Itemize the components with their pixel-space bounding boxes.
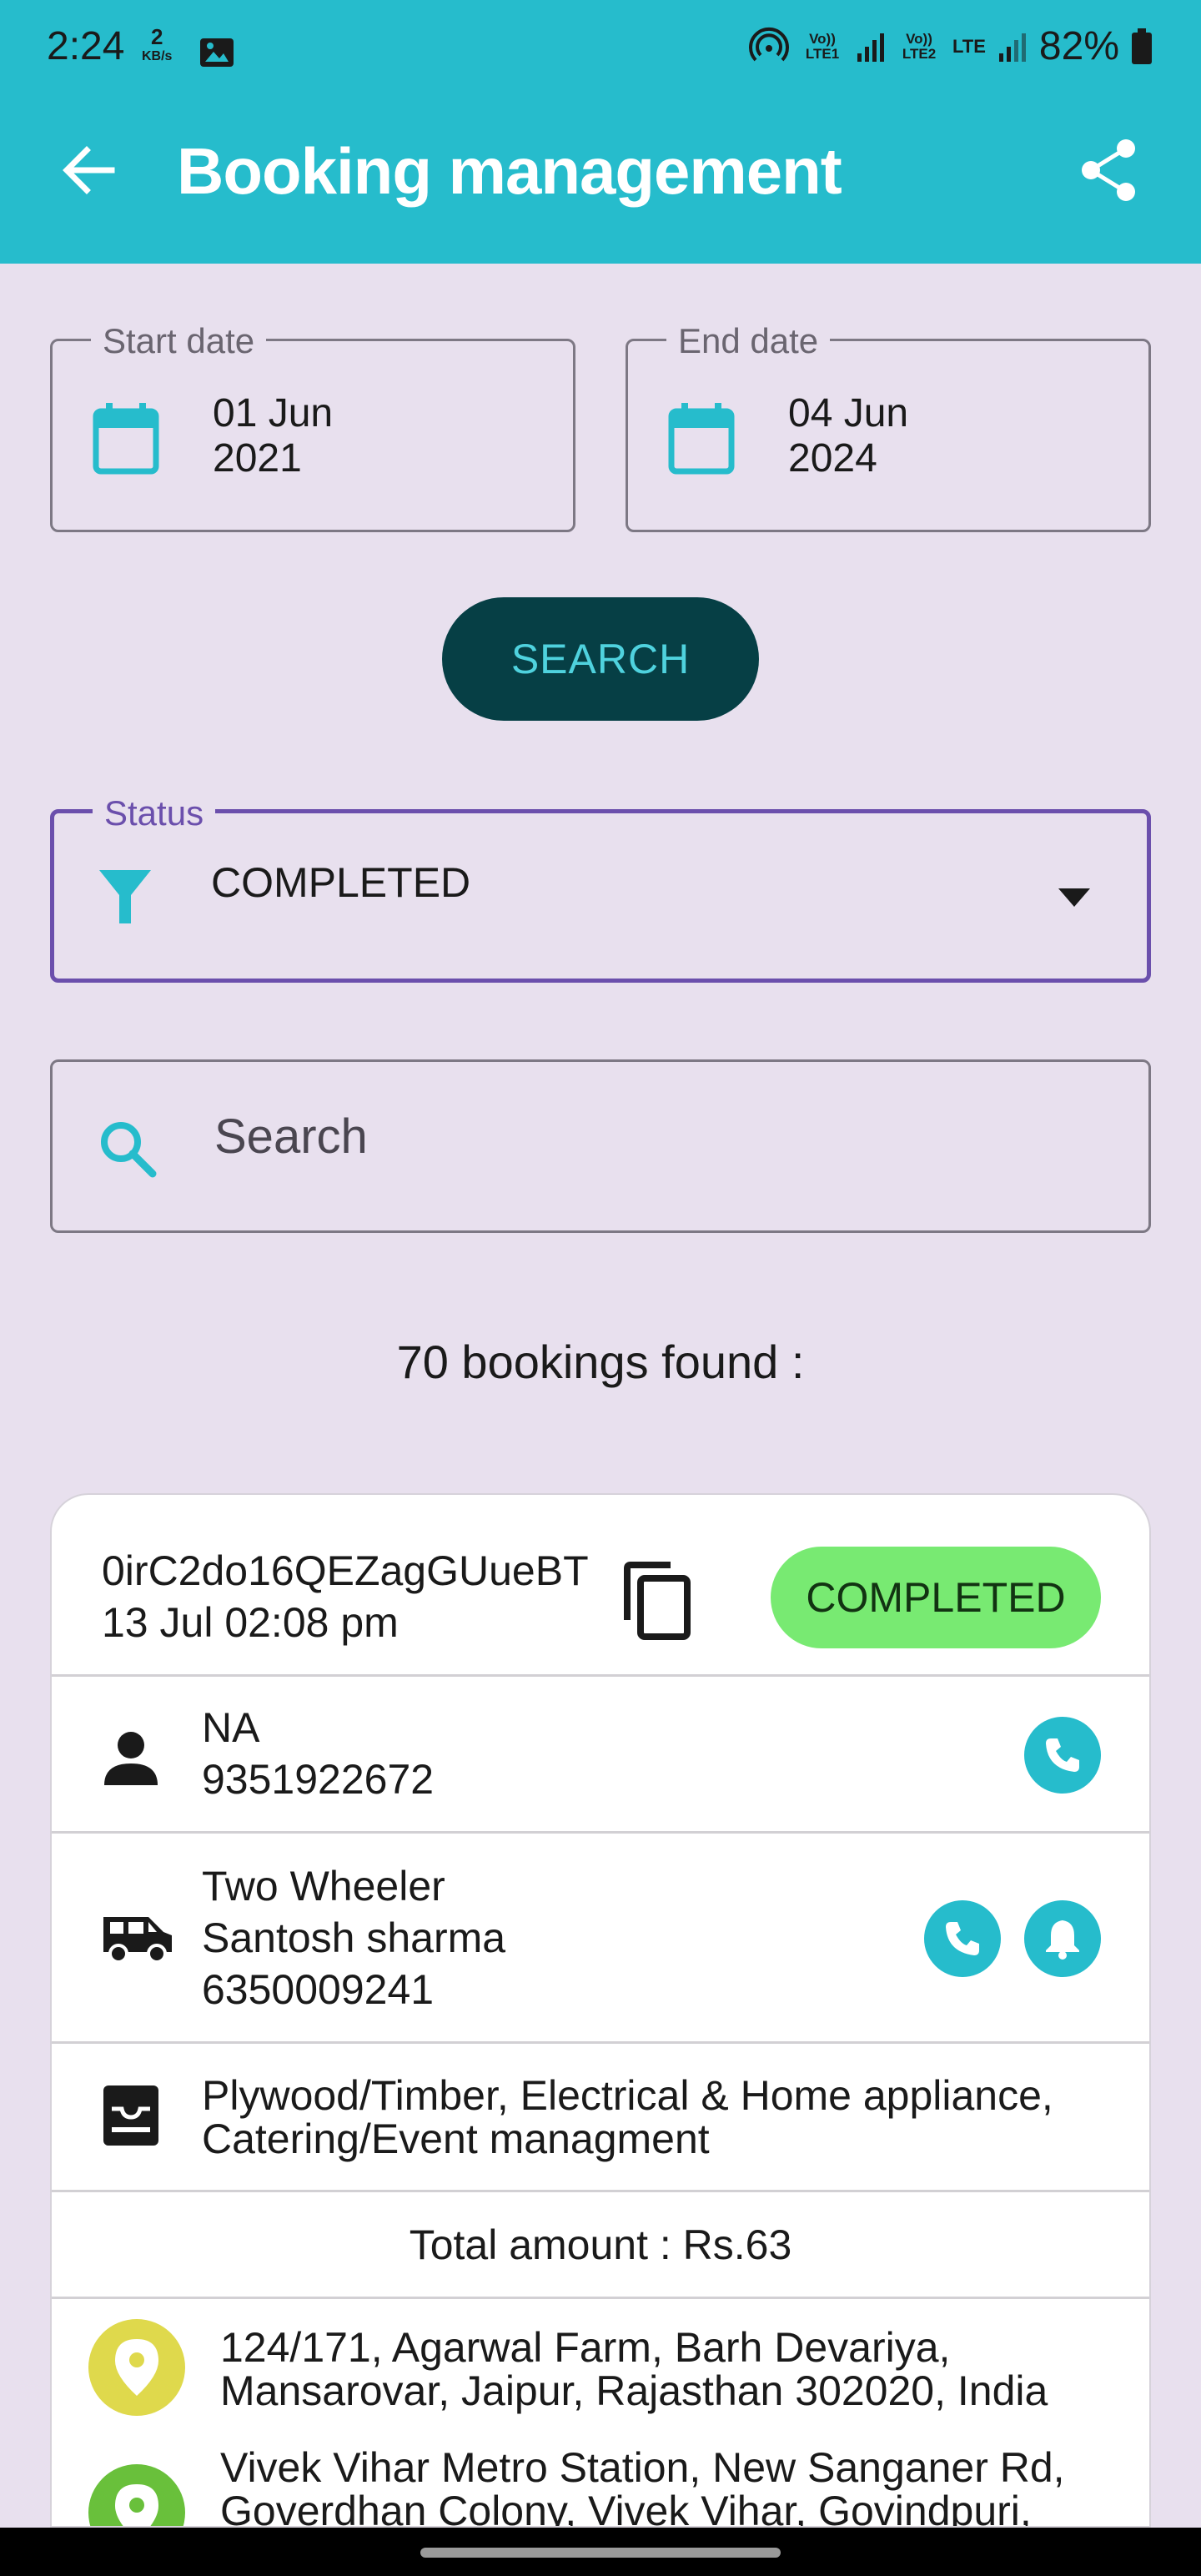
start-date-label: Start date bbox=[91, 321, 267, 361]
booking-card[interactable]: 0irC2do16QEZagGUueBT 13 Jul 02:08 pm COM… bbox=[50, 1493, 1151, 2528]
status-dropdown[interactable]: Status COMPLETED bbox=[50, 793, 1151, 983]
search-input[interactable]: Search bbox=[50, 1059, 1151, 1233]
chevron-down-icon bbox=[1058, 888, 1090, 907]
pickup-line-2: Mansarovar, Jaipur, Rajasthan 302020, In… bbox=[220, 2367, 1048, 2414]
signal-icon bbox=[857, 33, 884, 62]
status-label: Status bbox=[93, 793, 216, 833]
net-speed-value: 2 bbox=[150, 24, 163, 49]
image-notification-icon bbox=[200, 38, 234, 67]
sim2-label: Vo)) LTE2 bbox=[902, 30, 937, 62]
customer-row: NA 9351922672 bbox=[52, 1677, 1149, 1834]
drop-line-2: Goverdhan Colony, Vivek Vihar, Govindpur… bbox=[220, 2488, 1032, 2528]
battery-icon bbox=[1132, 28, 1152, 64]
status-value: COMPLETED bbox=[211, 859, 471, 906]
end-date-year: 2024 bbox=[788, 436, 877, 480]
share-icon[interactable] bbox=[1076, 137, 1143, 204]
drop-pin bbox=[88, 2464, 185, 2526]
search-placeholder: Search bbox=[214, 1109, 368, 1164]
sim1-label: Vo)) LTE1 bbox=[805, 30, 840, 62]
goods-line-1: Plywood/Timber, Electrical & Home applia… bbox=[202, 2072, 1053, 2119]
app-bar: Booking management bbox=[0, 98, 1201, 264]
end-date-value: 04 Jun 2024 bbox=[788, 391, 938, 481]
notify-driver-button[interactable] bbox=[1024, 1900, 1101, 1977]
page-title: Booking management bbox=[177, 134, 842, 208]
copy-icon[interactable] bbox=[622, 1562, 694, 1642]
location-pin-icon bbox=[115, 2339, 158, 2396]
results-count: 70 bookings found : bbox=[396, 1336, 805, 1388]
bell-icon bbox=[1046, 1920, 1079, 1960]
driver-phone: 6350009241 bbox=[202, 1966, 435, 2013]
battery-percent: 82% bbox=[1038, 24, 1119, 68]
goods-row: Plywood/Timber, Electrical & Home applia… bbox=[52, 2044, 1149, 2192]
start-date-field[interactable]: Start date 01 Jun 2021 bbox=[50, 321, 575, 532]
filter-icon bbox=[99, 870, 151, 923]
person-icon bbox=[104, 1732, 158, 1785]
system-nav-bar bbox=[0, 2528, 1201, 2576]
booking-header-row: 0irC2do16QEZagGUueBT 13 Jul 02:08 pm COM… bbox=[52, 1495, 1149, 1677]
driver-name: Santosh sharma bbox=[202, 1914, 506, 1961]
net-speed: 2 KB/s bbox=[142, 24, 173, 67]
hotspot-icon bbox=[749, 27, 789, 61]
goods-info: Plywood/Timber, Electrical & Home applia… bbox=[202, 2074, 1053, 2161]
total-amount: Total amount : Rs.63 bbox=[409, 2221, 792, 2268]
goods-box-icon bbox=[103, 2085, 158, 2146]
calendar-icon bbox=[93, 403, 159, 475]
location-pin-icon bbox=[115, 2484, 158, 2526]
search-button[interactable]: SEARCH bbox=[442, 597, 759, 721]
pickup-address: 124/171, Agarwal Farm, Barh Devariya, Ma… bbox=[220, 2326, 1129, 2412]
sim2-tech: LTE bbox=[952, 35, 986, 57]
drop-address: Vivek Vihar Metro Station, New Sanganer … bbox=[220, 2444, 1129, 2528]
search-icon bbox=[101, 1122, 157, 1178]
end-date-field[interactable]: End date 04 Jun 2024 bbox=[626, 321, 1151, 532]
calendar-icon bbox=[668, 403, 735, 475]
start-date-value: 01 Jun 2021 bbox=[213, 391, 363, 481]
pickup-pin bbox=[88, 2319, 185, 2416]
booking-datetime: 13 Jul 02:08 pm bbox=[102, 1599, 399, 1646]
vehicle-row: Two Wheeler Santosh sharma 6350009241 bbox=[52, 1834, 1149, 2044]
net-speed-unit: KB/s bbox=[142, 49, 173, 63]
booking-id-block: 0irC2do16QEZagGUueBT 13 Jul 02:08 pm bbox=[102, 1545, 589, 1648]
drop-line-1: Vivek Vihar Metro Station, New Sanganer … bbox=[220, 2444, 1065, 2491]
customer-phone: 9351922672 bbox=[202, 1756, 435, 1803]
end-date-label: End date bbox=[666, 321, 831, 361]
start-date-year: 2021 bbox=[213, 436, 302, 480]
home-gesture-handle[interactable] bbox=[420, 2548, 781, 2558]
status-icons: Vo)) LTE1 Vo)) LTE2 LTE 82% bbox=[749, 23, 1153, 69]
total-row: Total amount : Rs.63 bbox=[52, 2192, 1149, 2299]
status-time: 2:24 bbox=[47, 24, 125, 68]
pickup-line-1: 124/171, Agarwal Farm, Barh Devariya, bbox=[220, 2324, 951, 2371]
customer-name: NA bbox=[202, 1704, 260, 1751]
booking-id: 0irC2do16QEZagGUueBT bbox=[102, 1547, 589, 1594]
signal-icon-2 bbox=[998, 33, 1026, 62]
goods-line-2: Catering/Event managment bbox=[202, 2116, 710, 2162]
vehicle-type: Two Wheeler bbox=[202, 1863, 445, 1909]
phone-icon bbox=[946, 1922, 979, 1955]
customer-info: NA 9351922672 bbox=[202, 1702, 434, 1805]
start-date-day: 01 Jun bbox=[213, 391, 334, 435]
status-bar: 2:24 2 KB/s Vo)) LTE1 Vo)) LTE2 LTE 82% bbox=[0, 0, 1201, 98]
call-customer-button[interactable] bbox=[1024, 1717, 1101, 1794]
end-date-day: 04 Jun bbox=[788, 391, 909, 435]
status-badge: COMPLETED bbox=[771, 1547, 1101, 1648]
phone-icon bbox=[1046, 1738, 1079, 1772]
vehicle-icon bbox=[103, 1917, 172, 1964]
arrow-left-icon[interactable] bbox=[58, 140, 118, 200]
vehicle-info: Two Wheeler Santosh sharma 6350009241 bbox=[202, 1860, 505, 2015]
call-driver-button[interactable] bbox=[924, 1900, 1001, 1977]
